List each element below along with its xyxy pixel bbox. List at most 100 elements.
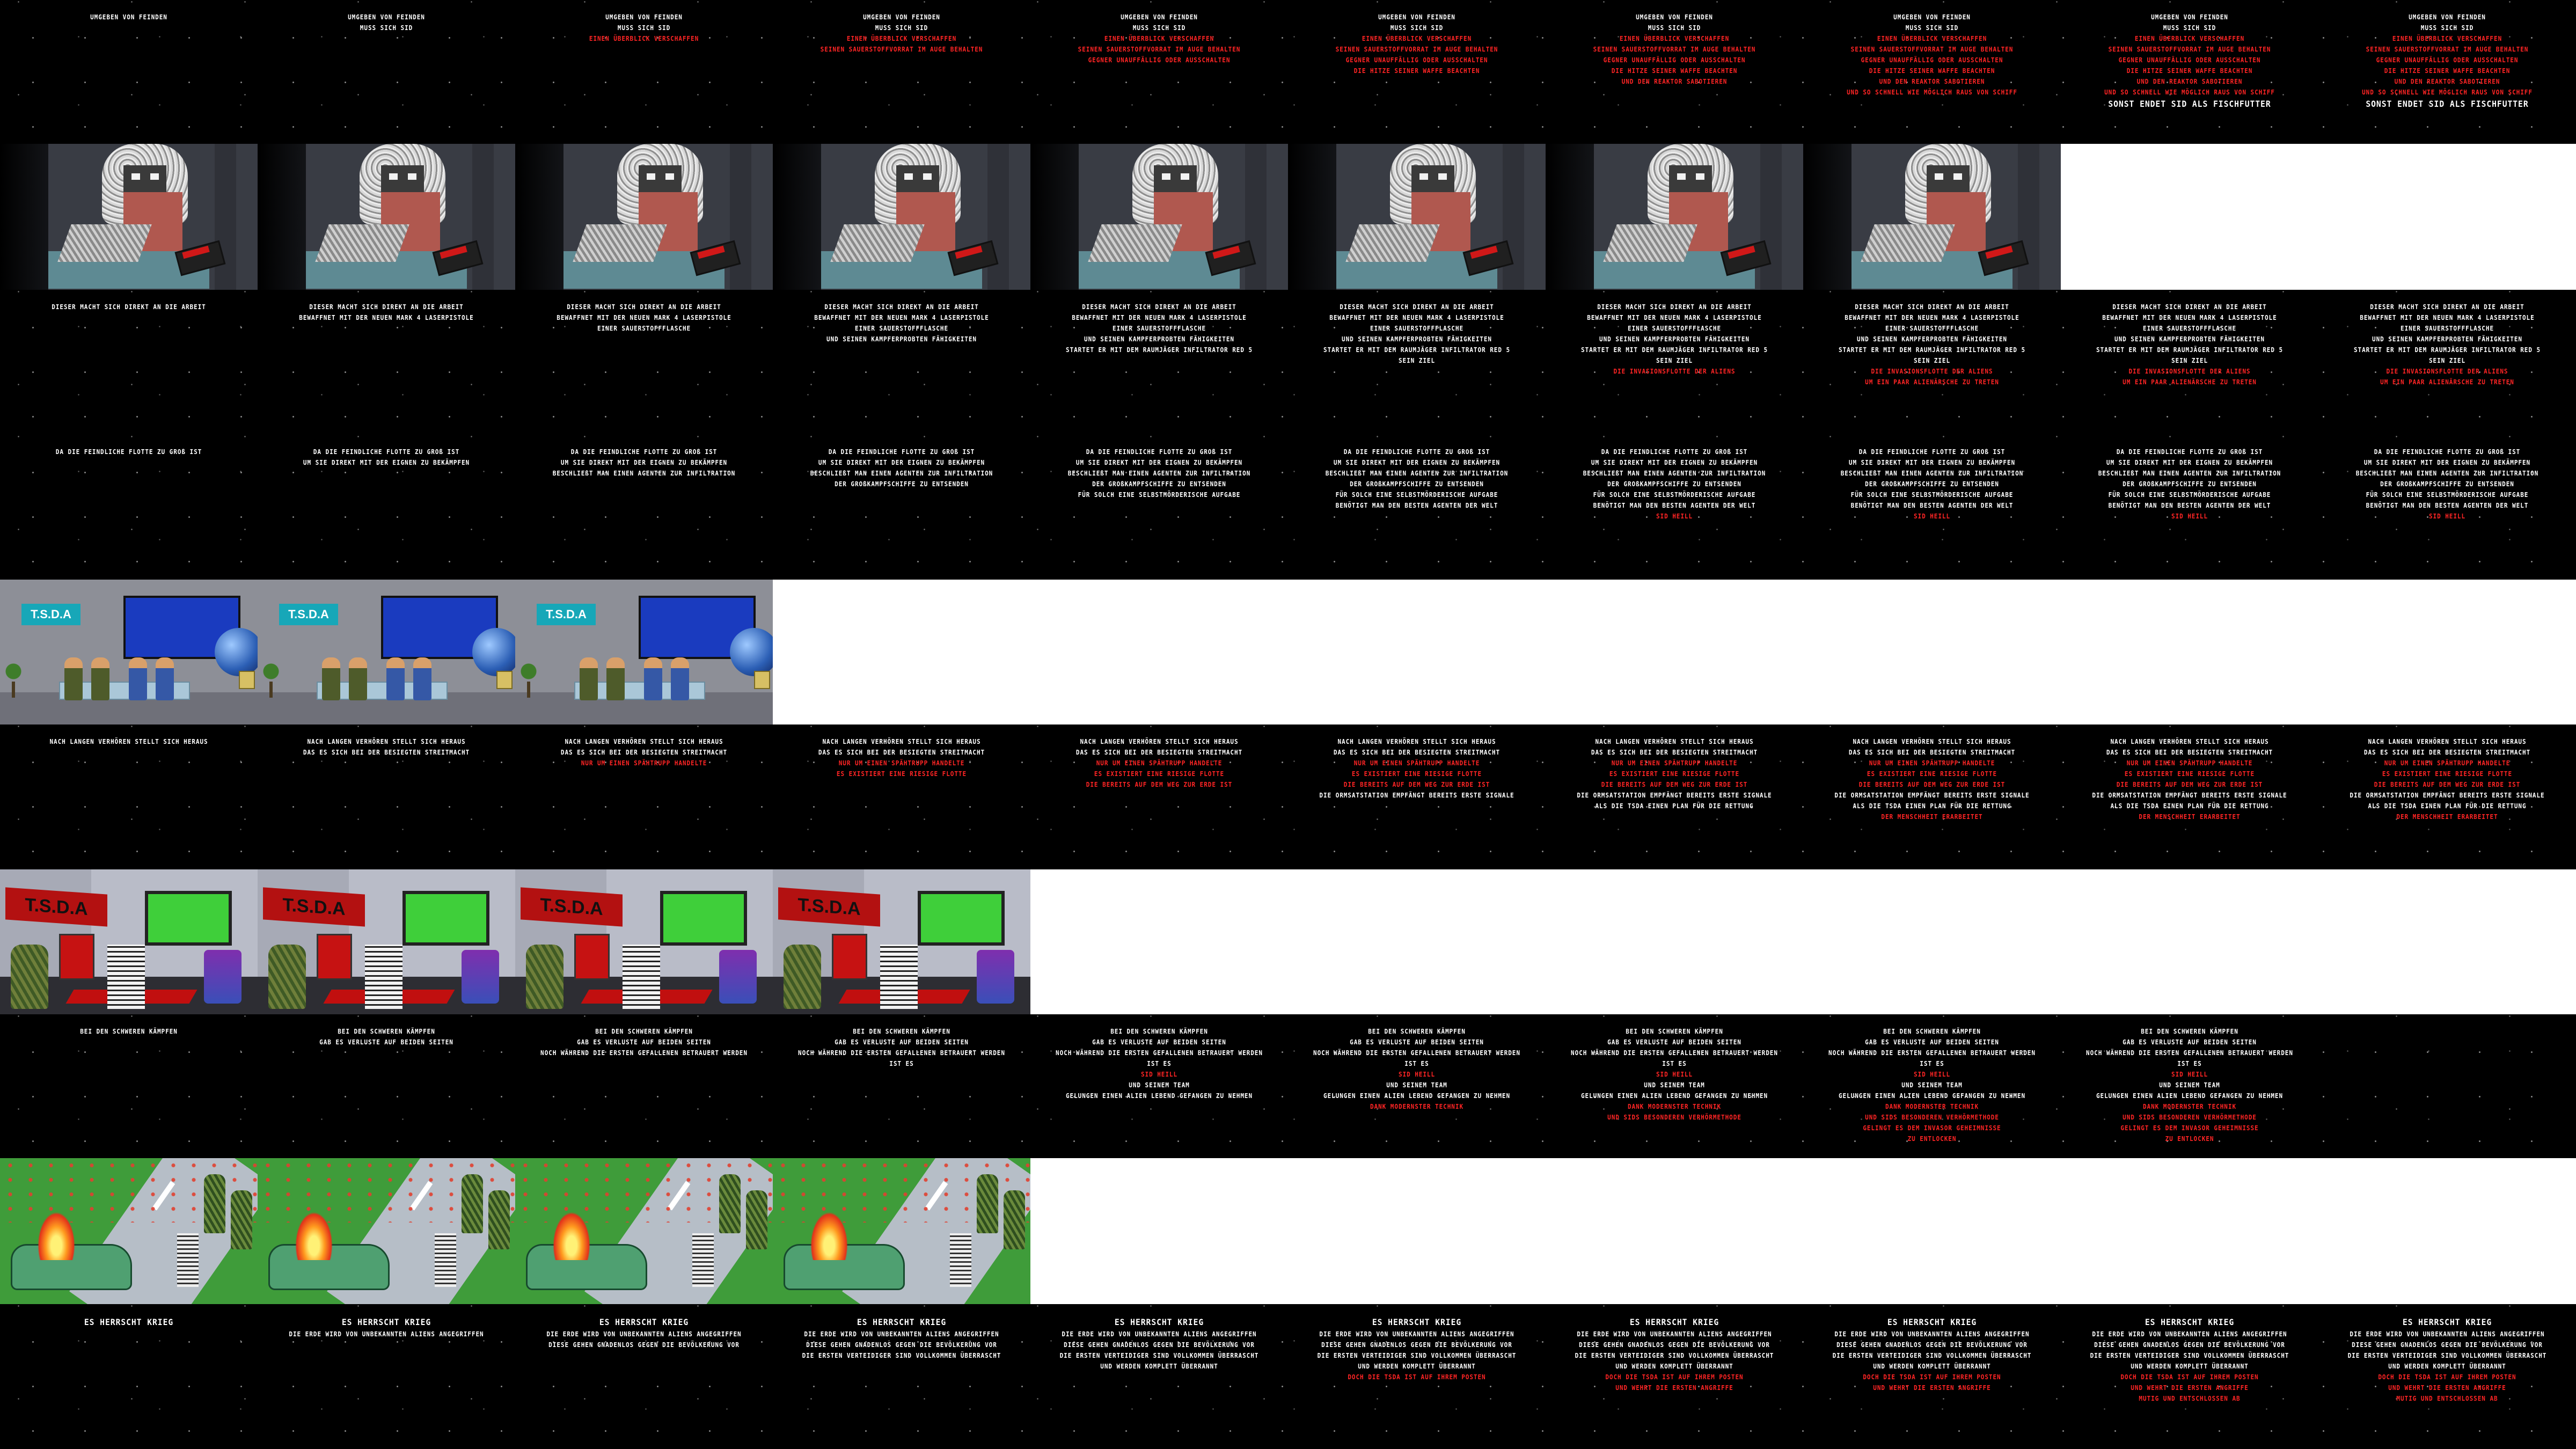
caption-line: IST ES [1147, 1060, 1172, 1067]
caption-frame: NACH LANGEN VERHÖREN STELLT SICH HERAUS D… [2061, 724, 2318, 869]
scene-tank [719, 950, 757, 1004]
caption-frame: BEI DEN SCHWEREN KÄMPFEN GAB ES VERLUSTE … [1030, 1014, 1288, 1158]
caption-frame: UMGEBEN VON FEINDEN MUSS SICH SID EINEN ÜB… [1803, 0, 2061, 144]
highlight-caption-line: SEINEN SAUERSTOFFVORRAT IM AUGE BEHALTEN [2108, 46, 2271, 53]
caption-line: FÜR SOLCH EINE SELBSTMÖRDERISCHE AUFGABE [1850, 491, 2014, 499]
caption-frame: DIESER MACHT SICH DIREKT AN DIE ARBEIT BE… [2318, 290, 2576, 435]
caption-line: NOCH WÄHREND DIE ERSTEN GEFALLENEN BETRA… [2086, 1049, 2293, 1057]
highlight-caption-line: DOCH DIE TSDA IST AUF IHREM POSTEN [1605, 1373, 1744, 1381]
caption-line: BEWAFFNET MIT DER NEUEN MARK 4 LASERPIST… [1329, 314, 1504, 321]
caption-line: BESCHLIEßT MAN EINEN AGENTEN ZUR INFILTR… [2098, 470, 2281, 477]
caption-line: BEI DEN SCHWEREN KÄMPFEN [338, 1028, 435, 1035]
highlight-caption-line: NUR UM EINEN SPÄHTRUPP HANDELTE [838, 759, 965, 767]
scene-eye [647, 173, 655, 180]
highlight-caption-line: DOCH DIE TSDA IST AUF IHREM POSTEN [1348, 1373, 1486, 1381]
caption-line: GAB ES VERLUSTE AUF BEIDEN SEITEN [1092, 1038, 1226, 1046]
caption-line: DIE ERDE WIRD VON UNBEKANNTEN ALIENS ANG… [1319, 1330, 1514, 1338]
highlight-caption-line: GEGNER UNAUFFÄLLIG ODER AUSSCHALTEN [2118, 56, 2261, 64]
tsda-sign: T.S.D.A [21, 604, 80, 625]
highlight-caption-line: UND SIDS BESONDEREN VERHÖRMETHODE [1607, 1114, 1741, 1121]
caption-line: DIE ERDE WIRD VON UNBEKANNTEN ALIENS ANG… [2350, 1330, 2545, 1338]
highlight-caption-line: NUR UM EINEN SPÄHTRUPP HANDELTE [1353, 759, 1480, 767]
caption-line: UND SEINEN KAMPFERPROBTEN FÄHIGKEITEN [1084, 335, 1234, 343]
caption-line: UMGEBEN VON FEINDEN [2151, 13, 2228, 21]
scene-frame-meet: T.S.D.A [0, 580, 258, 724]
caption-frame: ES HERRSCHT KRIEG DIE ERDE WIRD VON UNBEK… [1030, 1304, 1288, 1449]
caption-line: NOCH WÄHREND DIE ERSTEN GEFALLENEN BETRA… [1571, 1049, 1778, 1057]
scene-hero [177, 1233, 199, 1287]
caption-line: DIE ERSTEN VERTEIDIGER SIND VOLLKOMMEN Ü… [1059, 1352, 1259, 1359]
caption-line: IST ES [1920, 1060, 1944, 1067]
caption-line: NACH LANGEN VERHÖREN STELLT SICH HERAUS [307, 738, 466, 745]
caption-band-5: BEI DEN SCHWEREN KÄMPFEN BEI DEN SCHWEREN… [0, 1014, 2576, 1158]
caption-line: DIESER MACHT SICH DIREKT AN DIE ARBEIT [2112, 303, 2267, 311]
caption-line: MUSS SICH SID [1648, 24, 1701, 32]
caption-line: ES HERRSCHT KRIEG [1114, 1317, 1204, 1327]
caption-line: MUSS SICH SID [617, 24, 671, 32]
caption-frame: DIESER MACHT SICH DIREKT AN DIE ARBEIT BE… [773, 290, 1030, 435]
caption-line: BEWAFFNET MIT DER NEUEN MARK 4 LASERPIST… [299, 314, 474, 321]
caption-line: STARTET ER MIT DEM RAUMJÄGER INFILTRATOR… [1065, 346, 1253, 354]
caption-line: DIESE GEHEN GNADENLOS GEGEN DIE BEVÖLKER… [2352, 1341, 2543, 1349]
highlight-caption-line: UND WEHRT DIE ERSTEN ANGRIFFE [1615, 1384, 1733, 1392]
highlight-caption-line: UND DEN REAKTOR SABOTIEREN [1621, 78, 1728, 85]
highlight-caption-line: MUTIG UND ENTSCHLOSSEN AB [2139, 1395, 2241, 1402]
caption-line: ES HERRSCHT KRIEG [857, 1317, 947, 1327]
caption-frame: UMGEBEN VON FEINDEN MUSS SICH SID EINEN ÜB… [1288, 0, 1546, 144]
caption-line: DER GROßKAMPFSCHIFFE ZU ENTSENDEN [1092, 480, 1226, 488]
caption-line: SEIN ZIEL [1913, 357, 1951, 364]
caption-line: DIESER MACHT SICH DIREKT AN DIE ARBEIT [824, 303, 979, 311]
highlight-caption-line: EINEN ÜBERBLICK VERSCHAFFEN [1362, 35, 1472, 42]
scene-fire [38, 1212, 75, 1260]
caption-line: GELUNGEN EINEN ALIEN LEBEND GEFANGEN ZU … [1323, 1092, 1511, 1100]
caption-line: NACH LANGEN VERHÖREN STELLT SICH HERAUS [1337, 738, 1496, 745]
scene-mon [660, 891, 747, 946]
scene-hero [950, 1233, 971, 1287]
caption-line: MUSS SICH SID [1390, 24, 1444, 32]
highlight-caption-line: DIE HITZE SEINER WAFFE BEACHTEN [2126, 67, 2253, 75]
caption-frame: DA DIE FEINDLICHE FLOTTE ZU GROß IST UM S… [515, 435, 773, 580]
caption-line: IST ES [1404, 1060, 1429, 1067]
caption-line: BESCHLIEßT MAN EINEN AGENTEN ZUR INFILTR… [1583, 470, 1766, 477]
caption-line: DIE ERDE WIRD VON UNBEKANNTEN ALIENS ANG… [2092, 1330, 2287, 1338]
scene-kb [830, 224, 925, 262]
scene-kb [1345, 224, 1440, 262]
highlight-caption-line: UM EIN PAAR ALIENÄRSCHE ZU TRETEN [2123, 378, 2257, 386]
caption-frame: BEI DEN SCHWEREN KÄMPFEN GAB ES VERLUSTE … [1803, 1014, 2061, 1158]
highlight-caption-line: NUR UM EINEN SPÄHTRUPP HANDELTE [1869, 759, 1995, 767]
highlight-caption-line: NUR UM EINEN SPÄHTRUPP HANDELTE [1096, 759, 1223, 767]
caption-frame: DIESER MACHT SICH DIREKT AN DIE ARBEIT BE… [1288, 290, 1546, 435]
caption-line: GAB ES VERLUSTE AUF BEIDEN SEITEN [1607, 1038, 1741, 1046]
caption-line: UND WERDEN KOMPLETT ÜBERRANNT [1615, 1363, 1733, 1370]
caption-line: STARTET ER MIT DEM RAUMJÄGER INFILTRATOR… [2353, 346, 2541, 354]
caption-line: BENÖTIGT MAN DEN BESTEN AGENTEN DER WELT [1850, 502, 2014, 509]
scene-sci [107, 945, 145, 1009]
scene-kb [57, 224, 152, 262]
caption-line: DA DIE FEINDLICHE FLOTTE ZU GROß IST [55, 448, 202, 456]
caption-line: DIE ERDE WIRD VON UNBEKANNTEN ALIENS ANG… [546, 1330, 742, 1338]
caption-line: DIE ORMSATSTATION EMPFÄNGT BEREITS ERSTE… [1834, 792, 2030, 799]
caption-line: MUSS SICH SID [875, 24, 928, 32]
scene-man-b [413, 657, 431, 700]
caption-frame: ES HERRSCHT KRIEG DIE ERDE WIRD VON UNBEK… [1288, 1304, 1546, 1449]
highlight-caption-line: DIE INVASIONSFLOTTE DER ALIENS [1613, 368, 1736, 375]
caption-line: SEIN ZIEL [2171, 357, 2208, 364]
caption-frame: UMGEBEN VON FEINDEN MUSS SICH SID [258, 0, 515, 144]
caption-line: DAS ES SICH BEI DER BESIEGTEN STREITMACH… [1848, 749, 2016, 756]
highlight-caption-line: DIE BEREITS AUF DEM WEG ZUR ERDE IST [1858, 781, 2006, 788]
caption-frame: BEI DEN SCHWEREN KÄMPFEN GAB ES VERLUSTE … [1546, 1014, 1803, 1158]
caption-line: STARTET ER MIT DEM RAUMJÄGER INFILTRATOR… [2096, 346, 2284, 354]
caption-line: NACH LANGEN VERHÖREN STELLT SICH HERAUS [49, 738, 208, 745]
caption-frame: ES HERRSCHT KRIEG DIE ERDE WIRD VON UNBEK… [515, 1304, 773, 1449]
caption-frame: BEI DEN SCHWEREN KÄMPFEN GAB ES VERLUSTE … [258, 1014, 515, 1158]
caption-frame: ES HERRSCHT KRIEG DIE ERDE WIRD VON UNBEK… [258, 1304, 515, 1449]
caption-line: BEI DEN SCHWEREN KÄMPFEN [1368, 1028, 1466, 1035]
caption-line: SEIN ZIEL [1656, 357, 1693, 364]
caption-line: BENÖTIGT MAN DEN BESTEN AGENTEN DER WELT [2366, 502, 2529, 509]
scene-plant [5, 660, 21, 698]
tsda-sign: T.S.D.A [537, 604, 596, 625]
caption-line: ES HERRSCHT KRIEG [2402, 1317, 2492, 1327]
scene-eye [1181, 173, 1189, 180]
scene-soldier [977, 1174, 998, 1233]
caption-frame: UMGEBEN VON FEINDEN MUSS SICH SID EINEN ÜB… [2061, 0, 2318, 144]
